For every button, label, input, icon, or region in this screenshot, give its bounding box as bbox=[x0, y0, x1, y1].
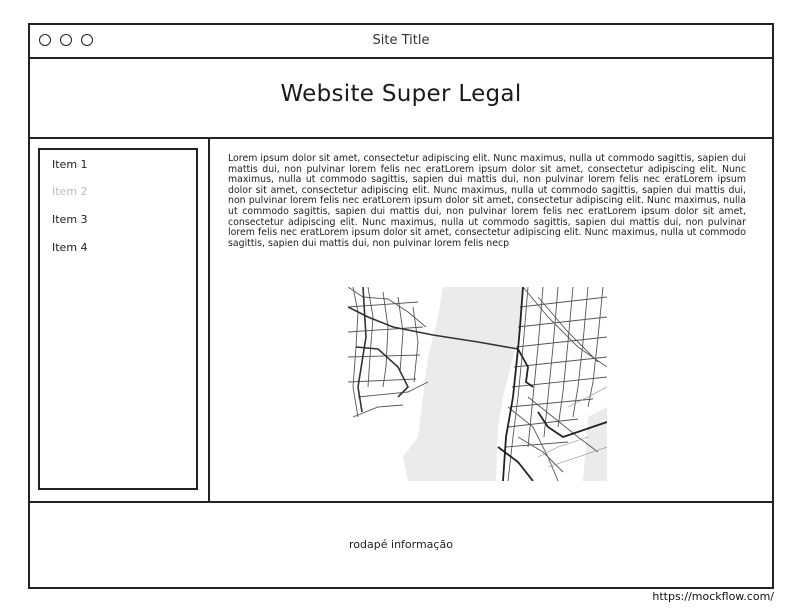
page-title: Website Super Legal bbox=[280, 81, 522, 107]
mockflow-watermark-link[interactable]: https://mockflow.com/ bbox=[652, 590, 774, 603]
sidebar-item-4[interactable]: Item 4 bbox=[52, 241, 88, 254]
page-header: Website Super Legal bbox=[30, 59, 772, 139]
sidebar-item-1[interactable]: Item 1 bbox=[52, 158, 88, 171]
sidebar: Item 1 Item 2 Item 3 Item 4 bbox=[30, 139, 210, 501]
sidebar-item-2[interactable]: Item 2 bbox=[52, 185, 88, 198]
browser-window: Site Title Website Super Legal Item 1 It… bbox=[28, 23, 774, 589]
page-footer: rodapé informação bbox=[30, 501, 772, 587]
sidebar-nav: Item 1 Item 2 Item 3 Item 4 bbox=[38, 148, 198, 490]
map-graphic bbox=[348, 287, 607, 481]
site-title: Site Title bbox=[372, 33, 430, 48]
sidebar-item-3[interactable]: Item 3 bbox=[52, 213, 88, 226]
window-titlebar: Site Title bbox=[30, 25, 772, 59]
street-map-image bbox=[348, 287, 607, 481]
body-text: Lorem ipsum dolor sit amet, consectetur … bbox=[228, 153, 746, 249]
footer-text: rodapé informação bbox=[349, 538, 453, 551]
main-content: Lorem ipsum dolor sit amet, consectetur … bbox=[210, 139, 772, 501]
